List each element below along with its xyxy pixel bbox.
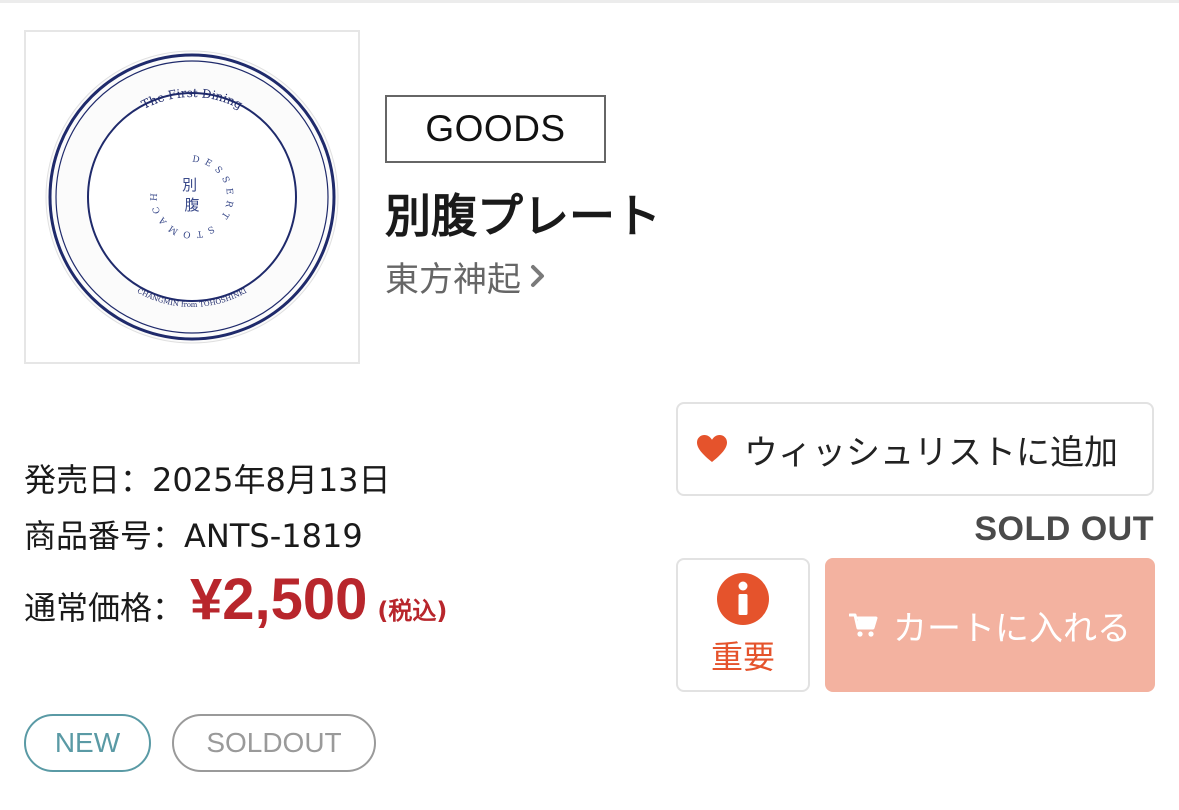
product-code: ANTS-1819 <box>184 517 363 555</box>
add-to-cart-button[interactable]: カートに入れる <box>825 558 1155 692</box>
price-value: ¥2,500 <box>190 567 368 632</box>
category-badge: GOODS <box>385 95 606 163</box>
product-code-row: 商品番号：ANTS-1819 <box>24 511 363 557</box>
cart-icon <box>849 613 878 637</box>
important-label: 重要 <box>710 638 775 676</box>
cart-label: カートに入れる <box>893 608 1131 649</box>
release-date: 2025年8月13日 <box>152 461 391 499</box>
add-to-wishlist-button[interactable]: ウィッシュリストに追加 <box>676 402 1154 496</box>
artist-name: 東方神起 <box>385 259 521 300</box>
price-row: 通常価格： ¥2,500 (税込) <box>24 566 447 633</box>
heart-icon <box>697 435 727 462</box>
tag-soldout: SOLDOUT <box>172 714 376 772</box>
release-label: 発売日： <box>24 461 153 499</box>
top-divider <box>0 0 1179 3</box>
product-card: The First Dining CHANGMIN from TOHOSHINK… <box>0 0 1179 810</box>
product-title: 別腹プレート <box>385 189 661 243</box>
sold-out-status: SOLD OUT <box>974 510 1154 548</box>
plate-illustration: The First Dining CHANGMIN from TOHOSHINK… <box>45 50 339 344</box>
price-label: 通常価格： <box>24 589 185 627</box>
tax-note: (税込) <box>377 597 448 625</box>
chevron-right-icon <box>531 265 544 287</box>
info-icon <box>717 573 769 625</box>
product-image[interactable]: The First Dining CHANGMIN from TOHOSHINK… <box>24 30 360 364</box>
product-code-label: 商品番号： <box>24 517 185 555</box>
important-notice-button[interactable]: 重要 <box>676 558 810 692</box>
release-date-row: 発売日：2025年8月13日 <box>24 455 391 501</box>
wishlist-label: ウィッシュリストに追加 <box>744 432 1118 473</box>
artist-link[interactable]: 東方神起 <box>385 254 549 300</box>
tag-new: NEW <box>24 714 151 772</box>
